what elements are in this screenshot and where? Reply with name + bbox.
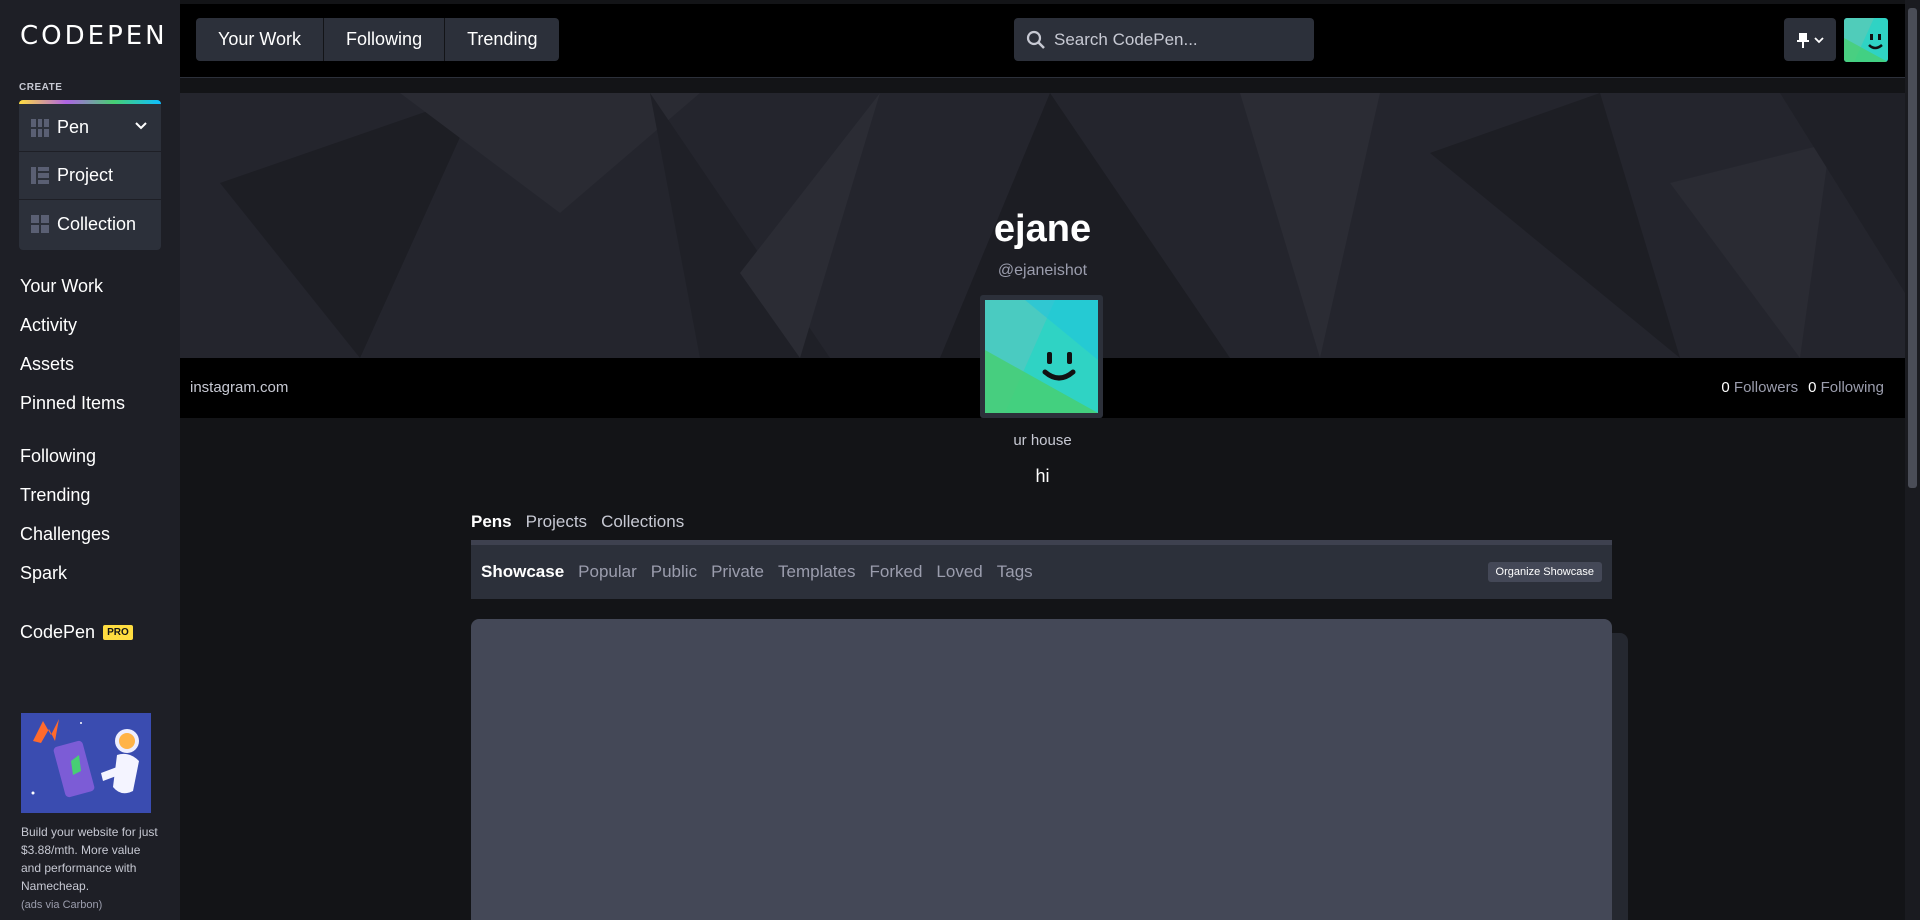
header-tab-trending[interactable]: Trending — [445, 18, 559, 61]
ad-illustration — [21, 713, 151, 813]
sidebar-item-following[interactable]: Following — [20, 437, 170, 476]
avatar — [985, 300, 1098, 413]
ad-text[interactable]: Build your website for just $3.88/mth. M… — [21, 823, 161, 895]
sidebar-item-assets[interactable]: Assets — [20, 345, 170, 384]
sidebar: CODEPEN CREATE Pen Project Collection Yo… — [0, 0, 180, 920]
following-link[interactable]: 0 Following — [1808, 379, 1884, 396]
content-tabs: Pens Projects Collections — [471, 512, 684, 532]
user-avatar-button[interactable] — [1844, 18, 1888, 62]
tab-collections[interactable]: Collections — [601, 512, 684, 532]
create-label: CREATE — [19, 82, 63, 93]
create-project-label: Project — [57, 165, 114, 185]
subtab-forked[interactable]: Forked — [869, 562, 922, 582]
profile-handle: @ejaneishot — [997, 262, 1088, 279]
sidebar-item-spark[interactable]: Spark — [20, 554, 170, 593]
following-label: Following — [1820, 379, 1884, 396]
collection-icon — [31, 215, 49, 233]
sidebar-item-codepen-pro[interactable]: CodePen PRO — [20, 617, 133, 647]
sidebar-item-your-work[interactable]: Your Work — [20, 267, 170, 306]
sidebar-item-pinned-items[interactable]: Pinned Items — [20, 384, 170, 423]
chevron-down-icon — [1814, 36, 1824, 43]
following-count: 0 — [1808, 379, 1817, 396]
app-window: CODEPEN CREATE Pen Project Collection Yo… — [0, 0, 1920, 920]
subtab-popular[interactable]: Popular — [578, 562, 637, 582]
sidebar-item-challenges[interactable]: Challenges — [20, 515, 170, 554]
avatar — [1844, 18, 1888, 62]
profile-website-link[interactable]: instagram.com — [190, 379, 288, 396]
logo-text: CODEPEN — [20, 21, 168, 51]
subtab-templates[interactable]: Templates — [778, 562, 855, 582]
profile-name: ejane — [993, 208, 1092, 250]
header-tab-following[interactable]: Following — [324, 18, 446, 61]
followers-label: Followers — [1733, 379, 1799, 396]
header-tab-your-work[interactable]: Your Work — [196, 18, 325, 61]
ad-via-link[interactable]: (ads via Carbon) — [21, 899, 102, 911]
follow-stats: 0 Followers 0 Following — [1721, 379, 1884, 396]
page-scrollbar[interactable] — [1905, 0, 1920, 920]
pen-icon — [31, 118, 49, 137]
chevron-down-icon[interactable] — [135, 119, 147, 131]
ad-image[interactable] — [21, 713, 151, 813]
profile-location: ur house — [1013, 432, 1072, 449]
subtab-public[interactable]: Public — [651, 562, 697, 582]
create-project-button[interactable]: Project — [19, 152, 161, 200]
showcase-pen-card[interactable] — [471, 619, 1612, 920]
pinned-items-button[interactable] — [1784, 18, 1836, 61]
pin-icon — [1797, 32, 1809, 48]
profile-avatar — [980, 295, 1103, 418]
scrollbar-thumb[interactable] — [1908, 8, 1917, 488]
pens-filter-bar: Showcase Popular Public Private Template… — [471, 545, 1612, 599]
tab-pens[interactable]: Pens — [471, 512, 512, 532]
followers-link[interactable]: 0 Followers — [1721, 379, 1798, 396]
project-icon — [31, 166, 49, 185]
header-nav: Your Work Following Trending — [196, 18, 560, 61]
organize-showcase-button[interactable]: Organize Showcase — [1487, 562, 1602, 582]
search-icon — [1026, 30, 1045, 49]
create-menu: Pen Project Collection — [19, 100, 161, 250]
subtab-showcase[interactable]: Showcase — [481, 562, 564, 582]
followers-count: 0 — [1721, 379, 1730, 396]
create-collection-button[interactable]: Collection — [19, 200, 161, 248]
sidebar-nav-primary: Your Work Activity Assets Pinned Items — [20, 267, 170, 423]
profile-bio: hi — [1035, 466, 1050, 486]
create-collection-label: Collection — [57, 213, 137, 234]
subtab-loved[interactable]: Loved — [936, 562, 982, 582]
search-box[interactable] — [1014, 18, 1314, 61]
top-header: Your Work Following Trending — [180, 4, 1905, 78]
codepen-logo[interactable]: CODEPEN — [20, 21, 165, 51]
sidebar-nav-secondary: Following Trending Challenges Spark — [20, 437, 170, 593]
pro-badge: PRO — [103, 624, 133, 640]
sidebar-item-activity[interactable]: Activity — [20, 306, 170, 345]
create-pen-button[interactable]: Pen — [19, 104, 161, 152]
create-pen-label: Pen — [57, 117, 90, 137]
pro-label: CodePen — [20, 621, 96, 642]
subtab-tags[interactable]: Tags — [997, 562, 1033, 582]
sidebar-item-trending[interactable]: Trending — [20, 476, 170, 515]
search-input[interactable] — [1054, 29, 1294, 50]
subtab-private[interactable]: Private — [711, 562, 764, 582]
tab-projects[interactable]: Projects — [526, 512, 587, 532]
